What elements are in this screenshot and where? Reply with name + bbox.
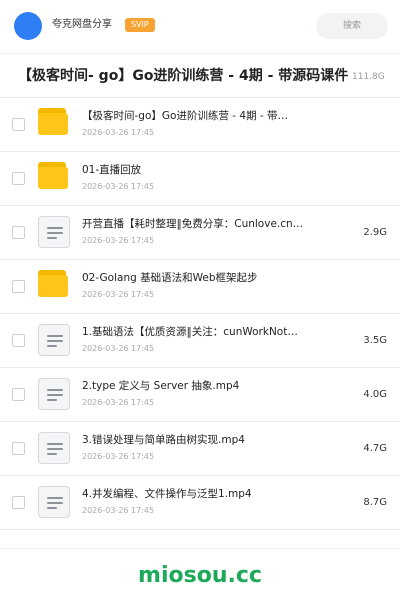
file-row[interactable]: 开营直播【耗时整理‖免费分享：Cunlove.cn… 2026-03-26 17:… bbox=[0, 206, 400, 260]
avatar[interactable] bbox=[14, 12, 42, 40]
file-date: 2026-03-26 17:45 bbox=[82, 128, 155, 137]
row-checkbox[interactable] bbox=[12, 334, 25, 347]
file-date: 2026-03-26 17:45 bbox=[82, 290, 155, 299]
document-icon-line bbox=[47, 448, 63, 450]
file-date: 2026-03-26 17:45 bbox=[82, 398, 155, 407]
document-icon-line bbox=[47, 443, 63, 445]
folder-icon-body bbox=[38, 113, 68, 135]
folder-icon-body bbox=[38, 167, 68, 189]
document-icon-line bbox=[47, 497, 63, 499]
total-size: 111.8G bbox=[352, 72, 385, 82]
document-icon bbox=[38, 378, 70, 410]
file-size: 8.7G bbox=[363, 497, 387, 508]
row-checkbox[interactable] bbox=[12, 226, 25, 239]
document-icon-line bbox=[47, 340, 63, 342]
file-name: 【极客时间-go】Go进阶训练营 - 4期 - 带… bbox=[82, 110, 289, 122]
footer: miosou.cc bbox=[0, 548, 400, 600]
file-size: 3.5G bbox=[363, 335, 387, 346]
file-date: 2026-03-26 17:45 bbox=[82, 506, 155, 515]
brand-watermark: miosou.cc bbox=[138, 563, 262, 588]
document-icon-line bbox=[47, 227, 63, 229]
document-icon-line bbox=[47, 502, 63, 504]
document-icon-frame bbox=[38, 486, 70, 518]
svip-badge: SVIP bbox=[125, 18, 155, 32]
row-checkbox[interactable] bbox=[12, 118, 25, 131]
file-list: 【极客时间-go】Go进阶训练营 - 4期 - 带… 2026-03-26 17:… bbox=[0, 98, 400, 530]
document-icon bbox=[38, 486, 70, 518]
document-icon-frame bbox=[38, 378, 70, 410]
document-icon-line bbox=[47, 232, 63, 234]
file-name: 4.并发编程、文件操作与泛型1.mp4 bbox=[82, 488, 252, 500]
file-row[interactable]: 【极客时间-go】Go进阶训练营 - 4期 - 带… 2026-03-26 17:… bbox=[0, 98, 400, 152]
file-date: 2026-03-26 17:45 bbox=[82, 182, 155, 191]
file-name: 01-直播回放 bbox=[82, 164, 142, 176]
document-icon bbox=[38, 324, 70, 356]
file-name: 开营直播【耗时整理‖免费分享：Cunlove.cn… bbox=[82, 218, 304, 230]
document-icon-line bbox=[47, 335, 63, 337]
file-name: 02-Golang 基础语法和Web框架起步 bbox=[82, 272, 258, 284]
folder-icon-body bbox=[38, 275, 68, 297]
search-button[interactable]: 搜索 bbox=[316, 13, 388, 39]
file-name: 1.基础语法【优质资源‖关注：cunWorkNot… bbox=[82, 326, 298, 338]
document-icon-frame bbox=[38, 216, 70, 248]
folder-icon bbox=[38, 270, 70, 302]
share-header: 【极客时间- go】Go进阶训练营 - 4期 - 带源码课件 111.8G bbox=[0, 54, 400, 98]
file-row[interactable]: 3.错误处理与简单路由树实现.mp4 2026-03-26 17:45 4.7G bbox=[0, 422, 400, 476]
document-icon bbox=[38, 432, 70, 464]
row-checkbox[interactable] bbox=[12, 388, 25, 401]
folder-icon bbox=[38, 162, 70, 194]
document-icon-frame bbox=[38, 432, 70, 464]
document-icon-frame bbox=[38, 324, 70, 356]
file-name: 2.type 定义与 Server 抽象.mp4 bbox=[82, 380, 240, 392]
file-date: 2026-03-26 17:45 bbox=[82, 344, 155, 353]
row-checkbox[interactable] bbox=[12, 496, 25, 509]
document-icon-line bbox=[47, 394, 63, 396]
file-size: 4.7G bbox=[363, 443, 387, 454]
folder-icon bbox=[38, 108, 70, 140]
file-size: 2.9G bbox=[363, 227, 387, 238]
file-row[interactable]: 2.type 定义与 Server 抽象.mp4 2026-03-26 17:45… bbox=[0, 368, 400, 422]
document-icon-line bbox=[47, 389, 63, 391]
document-icon-line bbox=[47, 507, 57, 509]
page-title: 【极客时间- go】Go进阶训练营 - 4期 - 带源码课件 bbox=[18, 68, 349, 84]
row-checkbox[interactable] bbox=[12, 442, 25, 455]
file-name: 3.错误处理与简单路由树实现.mp4 bbox=[82, 434, 245, 446]
share-title: 夸克网盘分享 bbox=[52, 19, 112, 30]
document-icon-line bbox=[47, 399, 57, 401]
document-icon-line bbox=[47, 453, 57, 455]
file-row[interactable]: 01-直播回放 2026-03-26 17:45 bbox=[0, 152, 400, 206]
row-checkbox[interactable] bbox=[12, 280, 25, 293]
file-date: 2026-03-26 17:45 bbox=[82, 236, 155, 245]
top-bar: 夸克网盘分享 SVIP 搜索 bbox=[0, 0, 400, 54]
document-icon-line bbox=[47, 345, 57, 347]
file-size: 4.0G bbox=[363, 389, 387, 400]
file-row[interactable]: 4.并发编程、文件操作与泛型1.mp4 2026-03-26 17:45 8.7G bbox=[0, 476, 400, 530]
file-date: 2026-03-26 17:45 bbox=[82, 452, 155, 461]
document-icon bbox=[38, 216, 70, 248]
row-checkbox[interactable] bbox=[12, 172, 25, 185]
file-row[interactable]: 02-Golang 基础语法和Web框架起步 2026-03-26 17:45 bbox=[0, 260, 400, 314]
document-icon-line bbox=[47, 237, 57, 239]
file-row[interactable]: 1.基础语法【优质资源‖关注：cunWorkNot… 2026-03-26 17:… bbox=[0, 314, 400, 368]
